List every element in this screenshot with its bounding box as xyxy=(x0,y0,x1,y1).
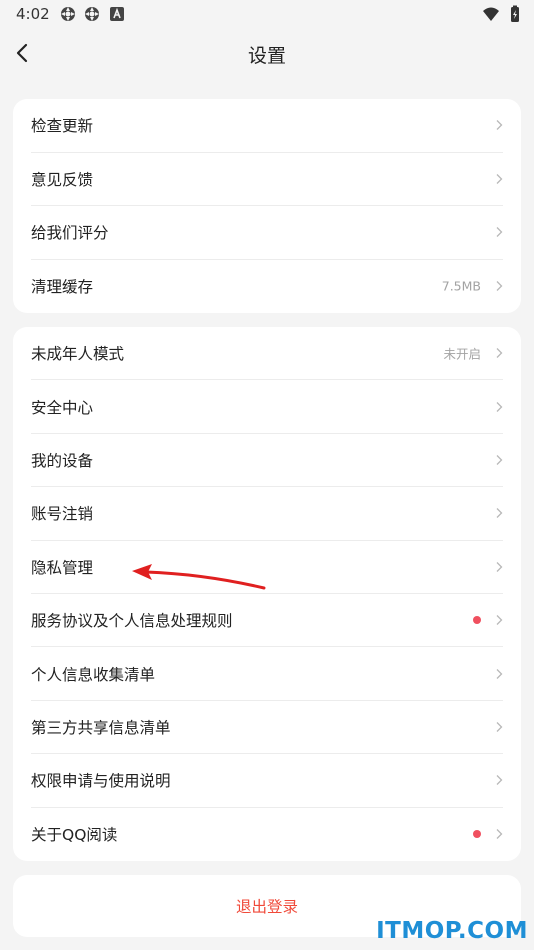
rate-us-item[interactable]: 给我们评分 xyxy=(31,206,503,260)
row-label: 权限申请与使用说明 xyxy=(31,772,171,791)
settings-group-privacy: 未成年人模式 未开启 安全中心 我的设备 账号注销 隐私管理 服务协议及个人信息… xyxy=(13,327,521,861)
chevron-right-icon xyxy=(496,120,503,131)
check-update-item[interactable]: 检查更新 xyxy=(31,99,503,153)
privacy-management-item[interactable]: 隐私管理 xyxy=(31,541,503,594)
row-label: 服务协议及个人信息处理规则 xyxy=(31,612,233,631)
notification-dot xyxy=(473,830,481,839)
chevron-right-icon xyxy=(496,721,503,732)
row-label: 检查更新 xyxy=(31,117,94,136)
row-label: 清理缓存 xyxy=(31,278,94,297)
page-title: 设置 xyxy=(247,45,286,67)
my-devices-item[interactable]: 我的设备 xyxy=(31,434,503,488)
status-bar: 4:02 xyxy=(0,0,534,30)
chevron-right-icon xyxy=(496,348,503,359)
about-item[interactable]: 关于QQ阅读 xyxy=(31,808,503,861)
battery-charging-icon xyxy=(511,5,519,22)
row-label: 第三方共享信息清单 xyxy=(31,718,171,737)
chevron-right-icon xyxy=(496,829,503,840)
row-label: 给我们评分 xyxy=(31,224,109,243)
feedback-item[interactable]: 意见反馈 xyxy=(31,153,503,206)
status-time: 4:02 xyxy=(16,5,50,23)
chevron-right-icon xyxy=(496,775,503,786)
row-label: 账号注销 xyxy=(31,505,94,524)
settings-group-general: 检查更新 意见反馈 给我们评分 清理缓存 7.5MB xyxy=(13,99,521,313)
row-label: 个人信息收集清单 xyxy=(31,665,156,684)
chevron-right-icon xyxy=(496,508,503,519)
chevron-right-icon xyxy=(496,561,503,572)
row-label: 我的设备 xyxy=(31,451,94,470)
settings-gear-icon xyxy=(61,7,75,21)
third-party-sharing-item[interactable]: 第三方共享信息清单 xyxy=(31,701,503,755)
chevron-right-icon xyxy=(496,455,503,465)
header: 设置 xyxy=(0,30,534,76)
service-agreement-item[interactable]: 服务协议及个人信息处理规则 xyxy=(31,594,503,648)
annotation-arrow-icon xyxy=(132,564,266,590)
chevron-right-icon xyxy=(496,227,503,238)
cache-size-value: 7.5MB xyxy=(441,278,481,294)
security-center-item[interactable]: 安全中心 xyxy=(31,380,503,434)
notification-dot xyxy=(473,616,481,625)
clear-cache-item[interactable]: 清理缓存 7.5MB xyxy=(31,260,503,314)
row-label: 安全中心 xyxy=(31,398,94,417)
chevron-right-icon xyxy=(496,281,503,292)
row-label: 意见反馈 xyxy=(31,170,94,189)
personal-info-list-item[interactable]: 个人信息收集清单 xyxy=(31,647,503,701)
row-label: 未成年人模式 xyxy=(31,345,125,364)
chevron-right-icon xyxy=(496,668,503,679)
logout-button[interactable]: 退出登录 xyxy=(13,895,521,917)
wifi-icon xyxy=(483,7,499,21)
minor-mode-item[interactable]: 未成年人模式 未开启 xyxy=(31,327,503,381)
permissions-item[interactable]: 权限申请与使用说明 xyxy=(31,754,503,808)
minor-mode-status: 未开启 xyxy=(443,346,481,362)
watermark: ITMOP.COM xyxy=(376,918,528,944)
account-deletion-item[interactable]: 账号注销 xyxy=(31,487,503,541)
chevron-right-icon xyxy=(496,173,503,184)
chevron-right-icon xyxy=(496,401,503,412)
settings-gear-icon xyxy=(85,7,99,21)
chevron-right-icon xyxy=(496,615,503,626)
row-label: 关于QQ阅读 xyxy=(31,826,118,845)
row-label: 隐私管理 xyxy=(31,558,94,577)
font-a-icon xyxy=(110,7,124,21)
